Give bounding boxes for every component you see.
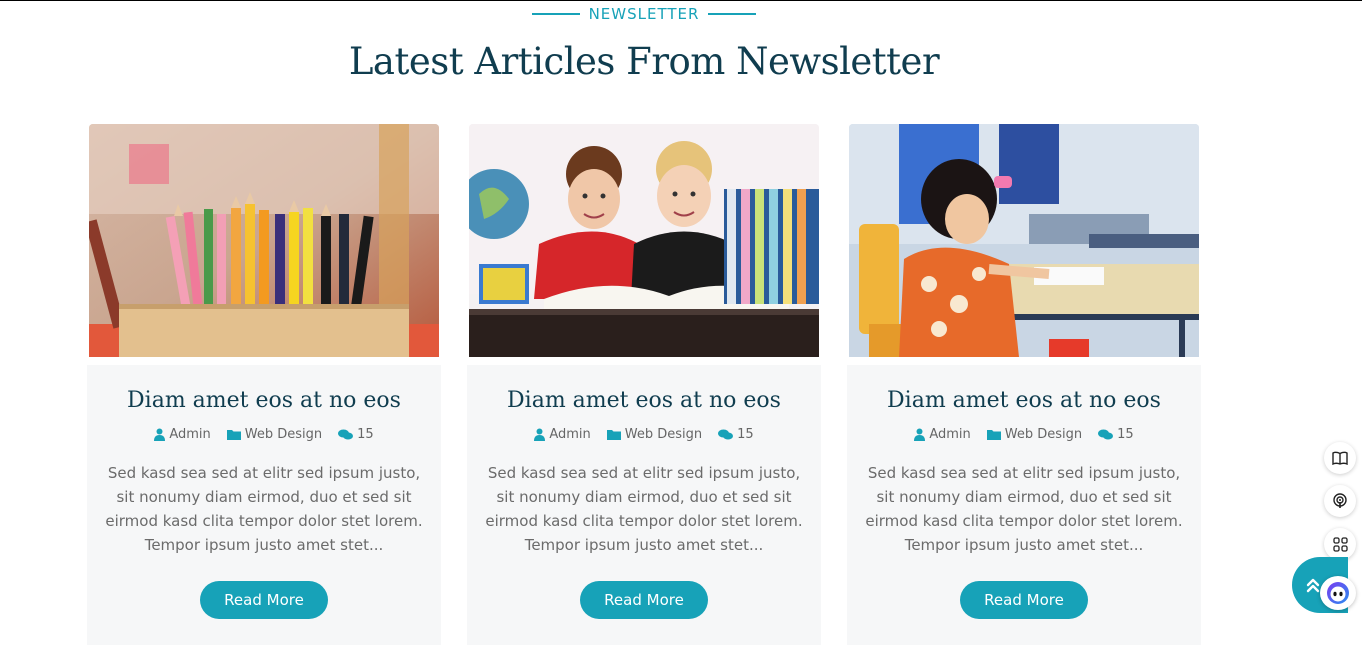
category-name[interactable]: Web Design bbox=[1005, 427, 1082, 442]
read-more-button[interactable]: Read More bbox=[200, 581, 328, 619]
top-border bbox=[0, 0, 1362, 1]
user-icon bbox=[154, 428, 166, 441]
user-icon bbox=[534, 428, 546, 441]
article-card: Diam amet eos at no eos Admin Web Design… bbox=[467, 124, 821, 645]
section-title: Latest Articles From Newsletter bbox=[348, 40, 940, 83]
author-meta: Admin bbox=[534, 427, 591, 442]
category-meta: Web Design bbox=[986, 427, 1082, 442]
section-label-text: NEWSLETTER bbox=[588, 5, 700, 23]
folder-icon bbox=[986, 430, 1001, 440]
category-name[interactable]: Web Design bbox=[245, 427, 322, 442]
comments-count[interactable]: 15 bbox=[1117, 427, 1134, 442]
article-title[interactable]: Diam amet eos at no eos bbox=[87, 388, 441, 413]
article-image-classroom[interactable] bbox=[849, 124, 1199, 357]
podcast-icon[interactable] bbox=[1324, 485, 1356, 517]
double-chevron-up-icon bbox=[1306, 578, 1320, 593]
comments-icon bbox=[1098, 429, 1114, 439]
article-meta: Admin Web Design 15 bbox=[87, 427, 441, 442]
comments-icon bbox=[718, 429, 734, 439]
category-meta: Web Design bbox=[226, 427, 322, 442]
read-more-button[interactable]: Read More bbox=[960, 581, 1088, 619]
comments-meta: 15 bbox=[338, 427, 374, 442]
folder-icon bbox=[606, 430, 621, 440]
article-meta: Admin Web Design 15 bbox=[467, 427, 821, 442]
label-dash-left bbox=[531, 13, 580, 15]
category-meta: Web Design bbox=[606, 427, 702, 442]
folder-icon bbox=[226, 430, 241, 440]
section-label: NEWSLETTER bbox=[0, 5, 1288, 23]
comments-meta: 15 bbox=[1098, 427, 1134, 442]
article-title[interactable]: Diam amet eos at no eos bbox=[467, 388, 821, 413]
author-name[interactable]: Admin bbox=[549, 427, 590, 442]
article-card: Diam amet eos at no eos Admin Web Design… bbox=[847, 124, 1201, 645]
article-excerpt: Sed kasd sea sed at elitr sed ipsum just… bbox=[865, 464, 1183, 554]
comments-meta: 15 bbox=[718, 427, 754, 442]
label-dash-right bbox=[708, 13, 757, 15]
author-name[interactable]: Admin bbox=[169, 427, 210, 442]
article-card: Diam amet eos at no eos Admin Web Design… bbox=[87, 124, 441, 645]
read-more-button[interactable]: Read More bbox=[580, 581, 708, 619]
author-name[interactable]: Admin bbox=[929, 427, 970, 442]
assistant-button[interactable] bbox=[1320, 576, 1356, 610]
author-meta: Admin bbox=[154, 427, 211, 442]
floating-side-toolbar bbox=[1324, 442, 1360, 571]
article-excerpt: Sed kasd sea sed at elitr sed ipsum just… bbox=[485, 464, 803, 554]
assistant-face-icon bbox=[1327, 582, 1349, 604]
article-body: Diam amet eos at no eos Admin Web Design… bbox=[467, 365, 821, 645]
article-body: Diam amet eos at no eos Admin Web Design… bbox=[87, 365, 441, 645]
comments-count[interactable]: 15 bbox=[737, 427, 754, 442]
article-title[interactable]: Diam amet eos at no eos bbox=[847, 388, 1201, 413]
article-meta: Admin Web Design 15 bbox=[847, 427, 1201, 442]
category-name[interactable]: Web Design bbox=[625, 427, 702, 442]
grid-icon[interactable] bbox=[1324, 528, 1356, 560]
comments-icon bbox=[338, 429, 354, 439]
article-excerpt: Sed kasd sea sed at elitr sed ipsum just… bbox=[105, 464, 423, 554]
article-body: Diam amet eos at no eos Admin Web Design… bbox=[847, 365, 1201, 645]
comments-count[interactable]: 15 bbox=[357, 427, 374, 442]
article-image-boys[interactable] bbox=[469, 124, 819, 357]
user-icon bbox=[914, 428, 926, 441]
article-image-pencils[interactable] bbox=[89, 124, 439, 357]
author-meta: Admin bbox=[914, 427, 971, 442]
book-icon[interactable] bbox=[1324, 442, 1356, 474]
